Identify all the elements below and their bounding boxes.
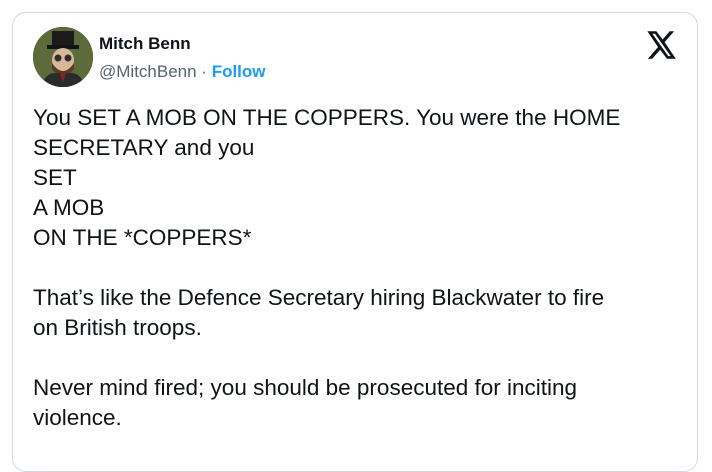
tweet-line: You SET A MOB ON THE COPPERS. You were t… xyxy=(33,105,621,130)
tweet-line: SECRETARY and you xyxy=(33,135,255,160)
tweet-text: You SET A MOB ON THE COPPERS. You were t… xyxy=(33,103,673,463)
author-name[interactable]: Mitch Benn xyxy=(99,33,266,55)
tweet-card: Mitch Benn @MitchBenn · Follow You SET A… xyxy=(12,12,698,472)
avatar-image xyxy=(33,27,93,87)
tweet-line: ON THE *COPPERS* xyxy=(33,225,252,250)
tweet-line: Never mind fired; you should be prosecut… xyxy=(33,375,578,400)
follow-button[interactable]: Follow xyxy=(212,62,266,81)
x-logo-svg xyxy=(647,31,676,59)
tweet-line: SET xyxy=(33,165,77,190)
avatar[interactable] xyxy=(33,27,93,87)
author-handle[interactable]: @MitchBenn xyxy=(99,62,197,81)
handle-row: @MitchBenn · Follow xyxy=(99,61,266,83)
tweet-line: on British troops. xyxy=(33,315,202,340)
author-block: Mitch Benn @MitchBenn · Follow xyxy=(99,33,266,83)
tweet-paragraph-2: That’s like the Defence Secretary hiring… xyxy=(33,283,673,343)
x-logo-icon[interactable] xyxy=(647,31,677,59)
tweet-line: violence. xyxy=(33,405,122,430)
tweet-paragraph-3: Never mind fired; you should be prosecut… xyxy=(33,373,673,433)
tweet-line: That’s like the Defence Secretary hiring… xyxy=(33,285,605,310)
tweet-paragraph-1: You SET A MOB ON THE COPPERS. You were t… xyxy=(33,103,673,253)
tweet-line: A MOB xyxy=(33,195,105,220)
separator-dot: · xyxy=(196,62,212,81)
